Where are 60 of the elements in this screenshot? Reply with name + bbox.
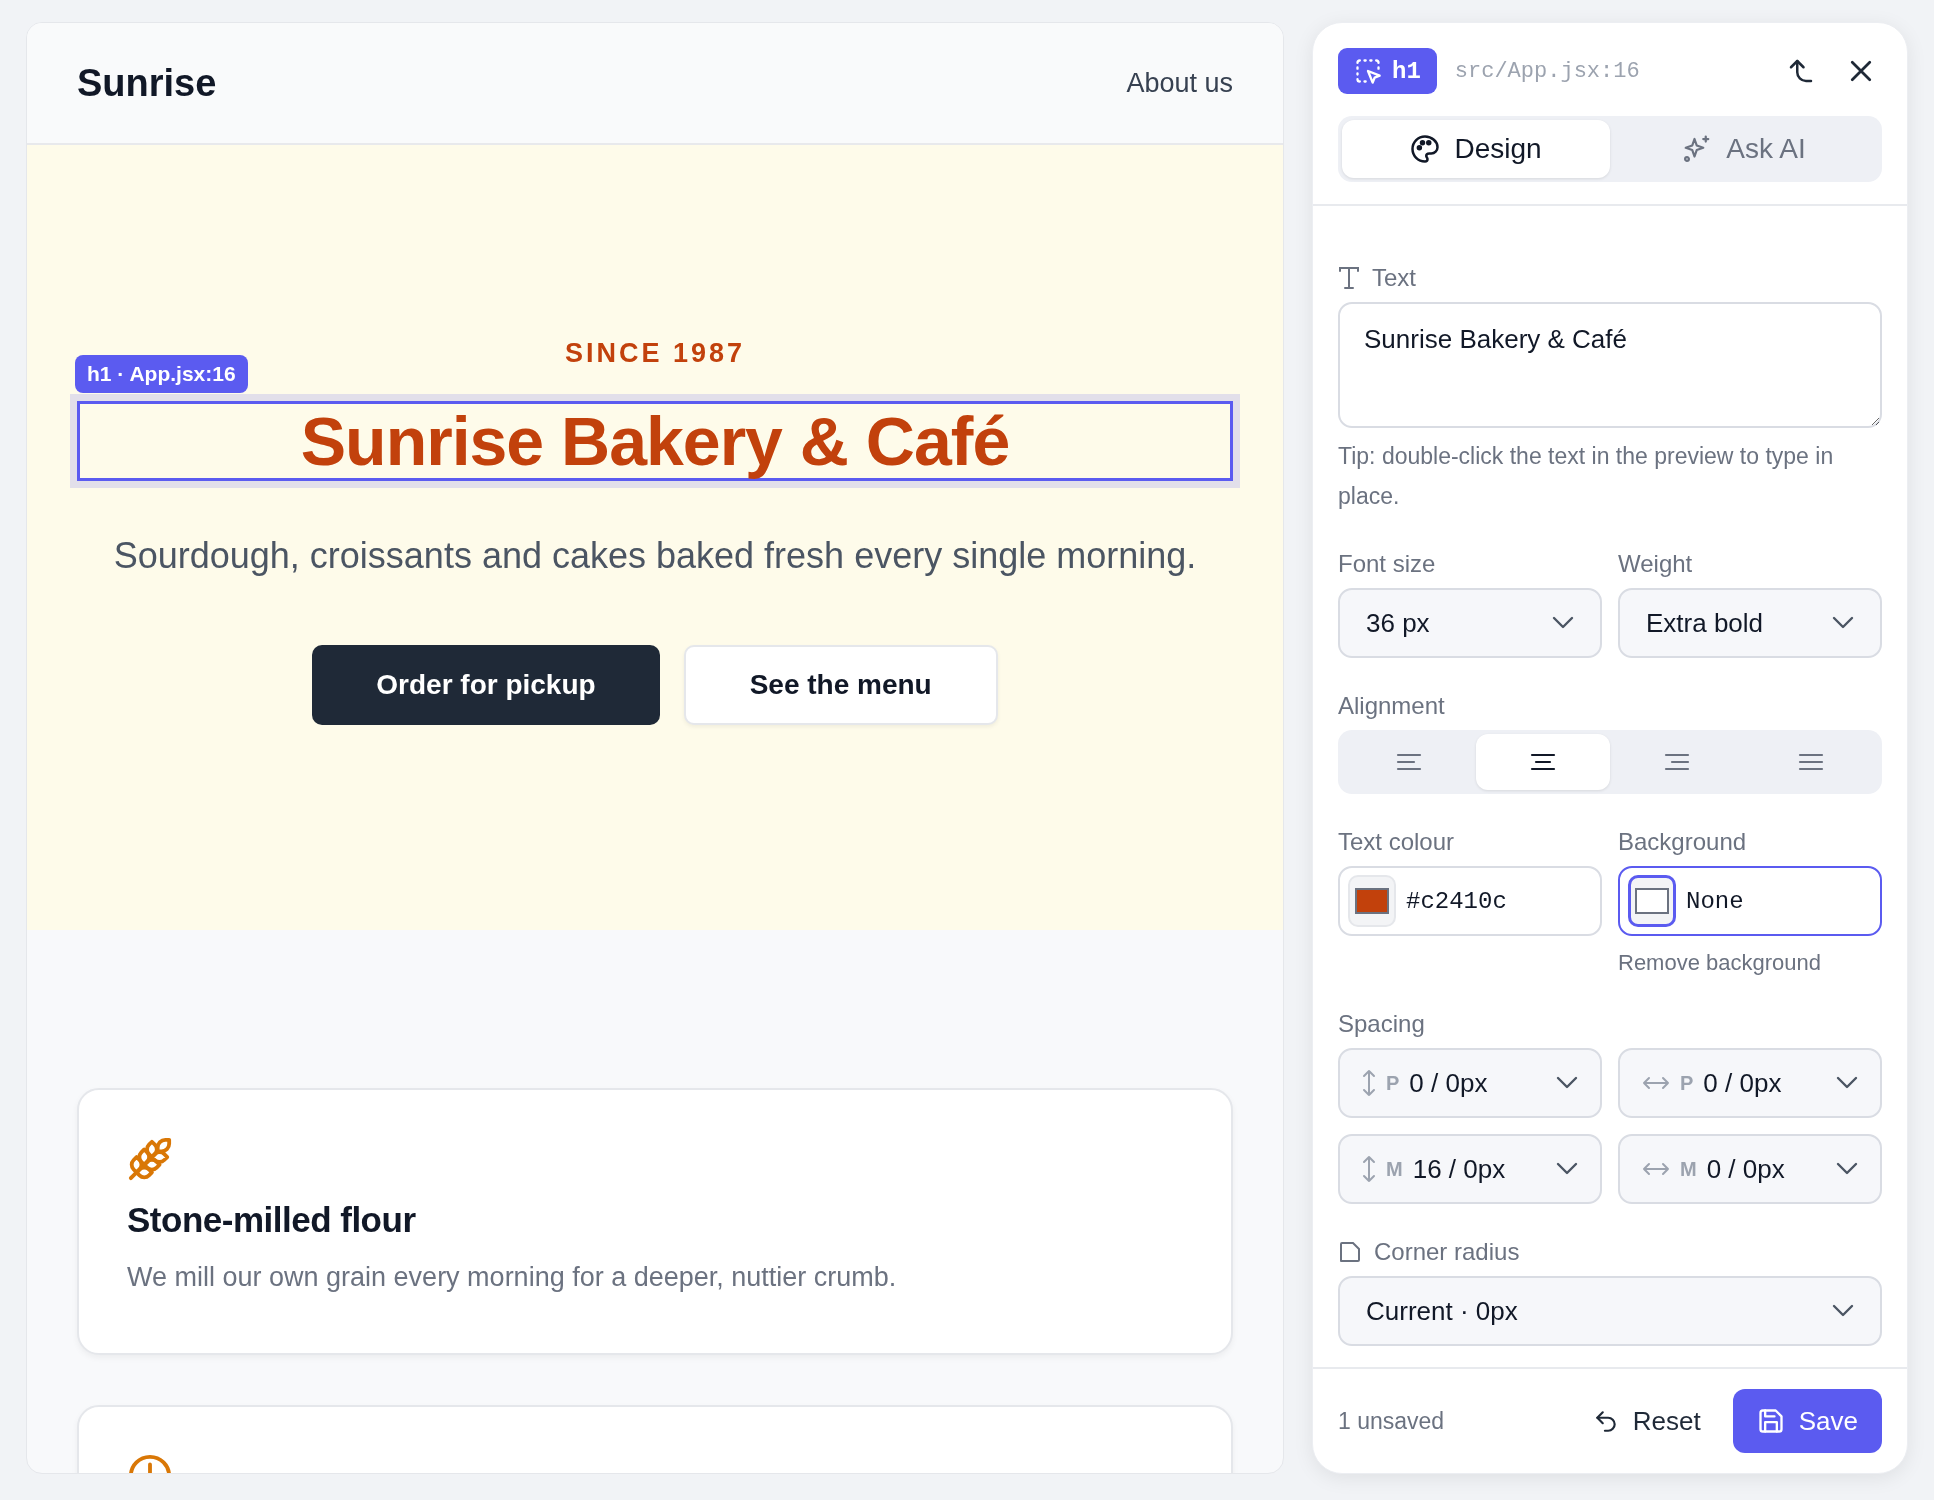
- remove-background-link[interactable]: Remove background: [1618, 950, 1821, 976]
- dropdown[interactable]: Extra bold: [1618, 588, 1882, 658]
- unsaved-count: 1 unsaved: [1338, 1407, 1446, 1435]
- corner-icon: [1338, 1240, 1362, 1264]
- feature-title: Stone-milled flour: [127, 1200, 417, 1240]
- field-label: Spacing: [1338, 1010, 1426, 1038]
- save-button[interactable]: Save: [1732, 1389, 1882, 1453]
- vertical-arrow-icon: [1362, 1155, 1376, 1183]
- brand-name: Sunrise: [77, 61, 217, 105]
- empty-swatch[interactable]: [1628, 875, 1676, 927]
- chevron-down-icon: [1552, 616, 1574, 630]
- feature-text: We mill our own grain every morning for a deeper, nuttier crumb.: [127, 1262, 898, 1293]
- field-label: Background: [1618, 828, 1748, 856]
- source-path: src/App.jsx:16: [1454, 58, 1641, 84]
- background-field[interactable]: None: [1618, 866, 1882, 936]
- panel-tab[interactable]: Ask AI: [1610, 120, 1878, 178]
- colour-swatch[interactable]: [1348, 875, 1396, 927]
- spacing-dropdown[interactable]: M 16 / 0px: [1338, 1134, 1602, 1204]
- spacing-dropdown[interactable]: P 0 / 0px: [1338, 1048, 1602, 1118]
- align-right-icon: [1664, 752, 1690, 772]
- tip-text: Tip: double-click the text in the preview to type in place.: [1338, 442, 1835, 511]
- hero-eyebrow: SINCE 1987: [564, 338, 746, 369]
- selection-label: h1 · App.jsx:16: [75, 355, 248, 393]
- order-button[interactable]: Order for pickup: [312, 645, 660, 725]
- text-type-icon: [1338, 266, 1360, 290]
- text-input[interactable]: Sunrise Bakery & Café: [1338, 302, 1882, 428]
- chevron-down-icon: [1832, 616, 1854, 630]
- align-center-icon: [1530, 752, 1556, 772]
- field-label: Alignment: [1338, 692, 1446, 720]
- palette-icon: [1410, 134, 1441, 164]
- chevron-down-icon: [1556, 1162, 1578, 1176]
- align-justify-icon: [1798, 752, 1824, 772]
- dropdown[interactable]: 36 px: [1338, 588, 1602, 658]
- menu-button[interactable]: See the menu: [683, 645, 998, 725]
- dropdown[interactable]: Current · 0px: [1338, 1276, 1882, 1346]
- chevron-down-icon: [1556, 1076, 1578, 1090]
- chevron-down-icon: [1836, 1162, 1858, 1176]
- wheat-icon: [127, 1136, 173, 1182]
- nav-link[interactable]: About us: [1126, 67, 1233, 99]
- save-icon: [1756, 1407, 1785, 1435]
- element-tag[interactable]: h1: [1338, 48, 1437, 94]
- chevron-down-icon: [1832, 1304, 1854, 1318]
- horizontal-arrow-icon: [1642, 1076, 1670, 1090]
- section-label: Text: [1372, 264, 1416, 292]
- panel-tab[interactable]: Design: [1342, 120, 1610, 178]
- reset-button[interactable]: Reset: [1574, 1395, 1719, 1447]
- vertical-arrow-icon: [1362, 1069, 1376, 1097]
- align-left-icon: [1396, 752, 1422, 772]
- spacing-dropdown[interactable]: P 0 / 0px: [1618, 1048, 1882, 1118]
- select-element-icon: [1354, 57, 1382, 85]
- chevron-down-icon: [1836, 1076, 1858, 1090]
- field-label: Text colour: [1338, 828, 1456, 856]
- hero-title[interactable]: Sunrise Bakery & Café: [70, 394, 1240, 488]
- section-label: Corner radius: [1374, 1238, 1520, 1266]
- field-label: Weight: [1618, 550, 1694, 578]
- colour-field[interactable]: #c2410c: [1338, 866, 1602, 936]
- spacing-dropdown[interactable]: M 0 / 0px: [1618, 1134, 1882, 1204]
- horizontal-arrow-icon: [1642, 1162, 1670, 1176]
- field-label: Font size: [1338, 550, 1437, 578]
- hero-subtitle: Sourdough, croissants and cakes baked fresh every single morning.: [113, 535, 1197, 577]
